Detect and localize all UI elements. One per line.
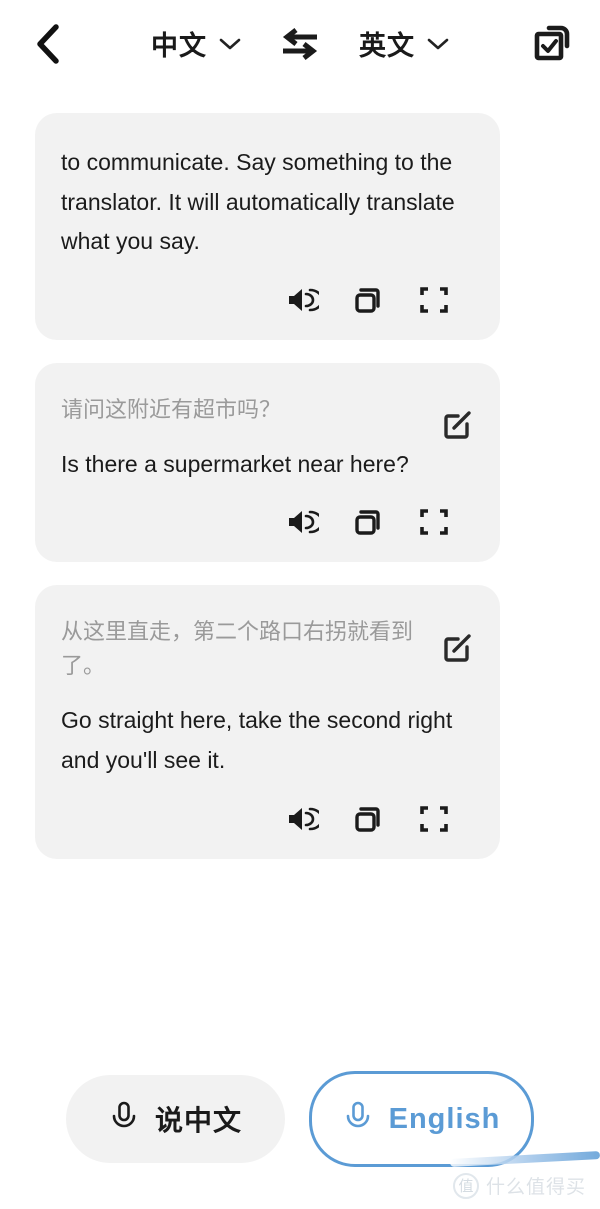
card-target-text: Go straight here, take the second right … [61,707,453,774]
fullscreen-icon[interactable] [416,801,452,837]
edit-icon [441,632,473,669]
card-action-bar [61,282,474,322]
speaker-icon[interactable] [284,504,320,540]
swap-languages-button[interactable] [277,23,323,69]
card-source-text: 请问这附近有超市吗？ [61,396,282,422]
card-action-bar [61,504,474,544]
copy-icon[interactable] [350,282,386,318]
translation-card-list: to communicate. Say something to the tra… [35,113,500,882]
edit-icon [441,409,473,446]
language-selector-group: 中文 英文 [78,23,522,69]
chevron-left-icon [35,23,61,70]
speak-english-label: English [388,1102,501,1135]
microphone-icon [343,1099,373,1140]
edit-button[interactable] [440,411,474,445]
speak-chinese-label: 说中文 [154,1105,242,1136]
card-action-bar [61,801,474,841]
microphone-icon [109,1099,139,1140]
card-target-text: Is there a supermarket near here? [61,450,409,477]
multi-select-button[interactable] [522,15,584,77]
translator-screen: 中文 英文 to communicate. Say something to t… [0,0,600,1209]
translation-card: 请问这附近有超市吗？ Is there a supermarket near h… [35,362,500,563]
card-target-text: to communicate. Say something to the tra… [61,149,455,255]
speak-chinese-button[interactable]: 说中文 [66,1075,285,1163]
fullscreen-icon[interactable] [416,282,452,318]
watermark: 值 什么值得买 [452,1172,586,1199]
chevron-down-icon [427,37,449,56]
watermark-badge: 值 [452,1172,479,1199]
translation-card: 从这里直走，第二个路口右拐就看到了。 Go straight here, tak… [35,585,500,859]
watermark-text: 什么值得买 [485,1177,586,1198]
app-header: 中文 英文 [0,0,600,92]
card-source-text: 从这里直走，第二个路口右拐就看到了。 [61,619,414,679]
checkbox-multi-select-icon [531,22,575,71]
copy-icon[interactable] [350,801,386,837]
speaker-icon[interactable] [284,801,320,837]
translation-card: to communicate. Say something to the tra… [35,113,500,340]
speaker-icon[interactable] [284,282,320,318]
back-button[interactable] [18,16,78,76]
swap-arrows-icon [279,27,321,66]
fullscreen-icon[interactable] [416,504,452,540]
edit-button[interactable] [440,633,474,667]
speak-english-button[interactable]: English [309,1071,534,1167]
target-language-label: 英文 [359,30,415,61]
source-language-label: 中文 [151,30,207,61]
chevron-down-icon [219,37,241,56]
source-language-selector[interactable]: 中文 [151,30,241,61]
copy-icon[interactable] [350,504,386,540]
target-language-selector[interactable]: 英文 [359,30,449,61]
